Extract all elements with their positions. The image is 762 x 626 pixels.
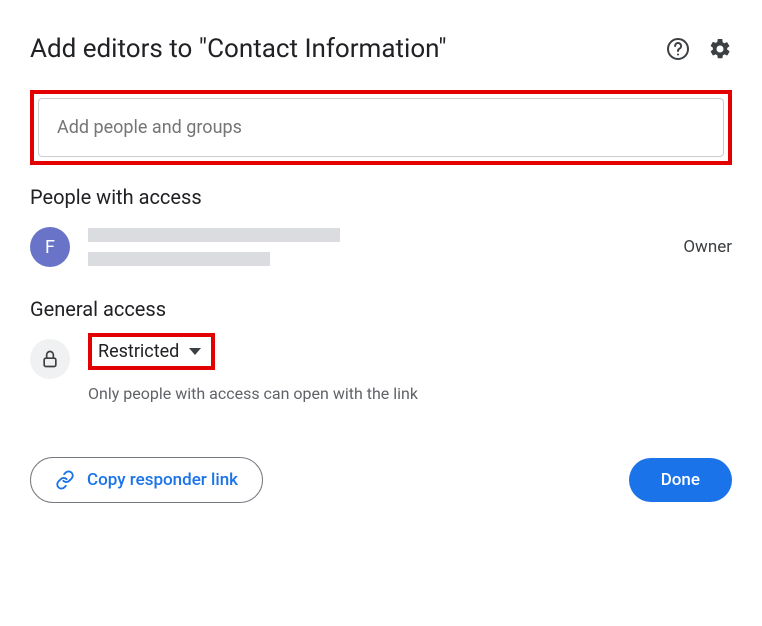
people-access-heading: People with access: [30, 185, 732, 209]
avatar: F: [30, 227, 70, 267]
person-email-redacted: [88, 252, 270, 266]
dialog-title: Add editors to "Contact Information": [30, 34, 447, 64]
access-details: Restricted Only people with access can o…: [88, 339, 732, 403]
chevron-down-icon: [189, 348, 201, 355]
link-icon: [55, 470, 75, 490]
general-access-row: Restricted Only people with access can o…: [30, 339, 732, 403]
done-button[interactable]: Done: [629, 458, 732, 502]
header-icons: [666, 37, 732, 61]
person-row: F Owner: [30, 227, 732, 267]
general-access-heading: General access: [30, 297, 732, 321]
access-description: Only people with access can open with th…: [88, 384, 732, 403]
help-icon[interactable]: [666, 37, 690, 61]
access-level-dropdown[interactable]: Restricted: [88, 333, 215, 370]
copy-link-button[interactable]: Copy responder link: [30, 457, 263, 503]
add-people-input[interactable]: [38, 98, 724, 157]
lock-icon: [30, 339, 70, 379]
dialog-footer: Copy responder link Done: [30, 457, 732, 503]
copy-link-label: Copy responder link: [87, 470, 238, 490]
person-role: Owner: [683, 237, 732, 257]
person-name-redacted: [88, 228, 340, 242]
access-level-label: Restricted: [98, 341, 179, 362]
gear-icon[interactable]: [708, 37, 732, 61]
dialog-header: Add editors to "Contact Information": [30, 24, 732, 64]
add-people-highlight: [30, 90, 732, 165]
person-info: [88, 228, 665, 266]
